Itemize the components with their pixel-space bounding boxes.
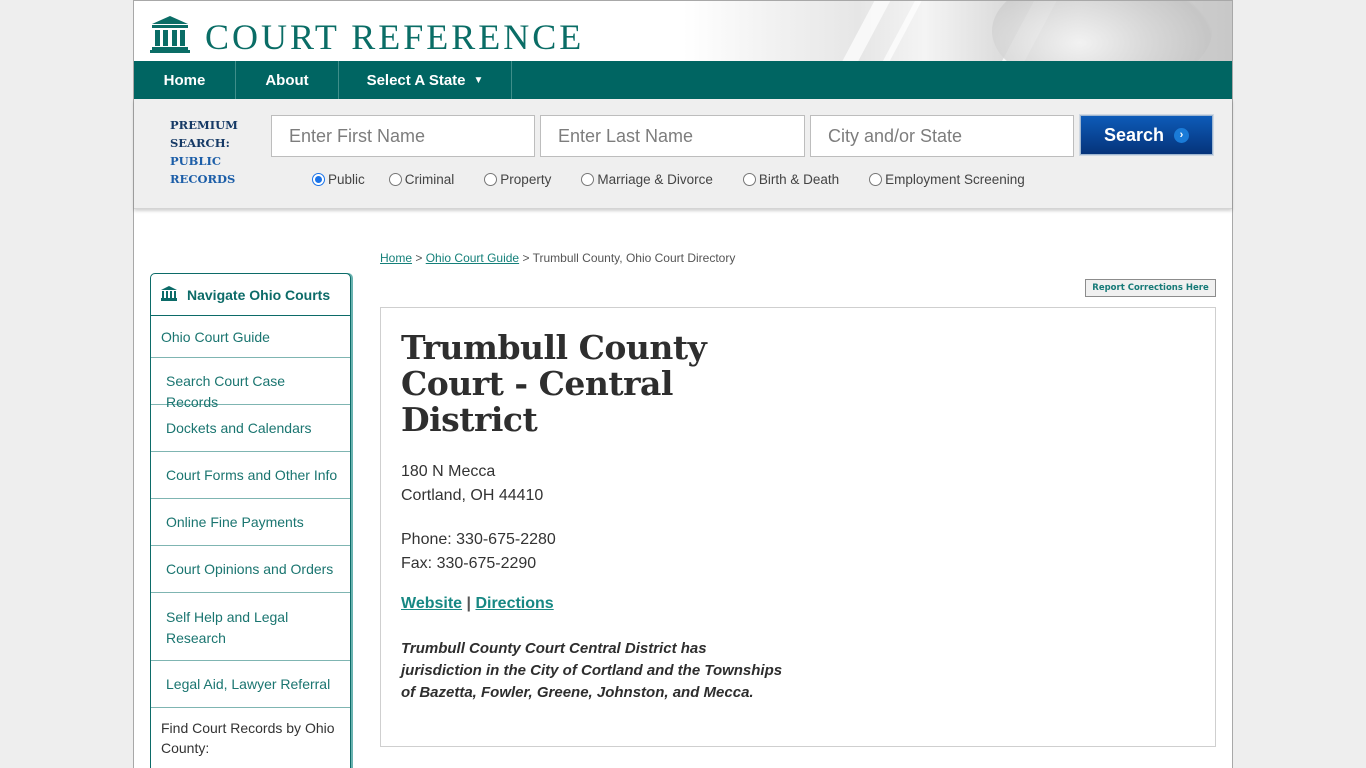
- sidebar-item-search-court-case-records[interactable]: Search Court Case Records: [151, 358, 350, 410]
- sidebar-item-ohio-court-guide[interactable]: Ohio Court Guide: [151, 316, 350, 358]
- radio-button[interactable]: [869, 173, 883, 186]
- radio-employment-screening[interactable]: Employment Screening: [869, 172, 1025, 187]
- address-street: 180 N Mecca: [401, 463, 496, 480]
- nav-select-state-label: Select A State: [366, 71, 466, 89]
- sidebar-item-legal-aid[interactable]: Legal Aid, Lawyer Referral: [151, 661, 350, 708]
- court-details-card: Trumbull County Court - Central District…: [380, 307, 1216, 747]
- premium-label-line: RECORDS: [170, 172, 236, 186]
- caret-down-icon: ▼: [473, 74, 484, 86]
- nav-about[interactable]: About: [236, 61, 339, 99]
- last-name-input[interactable]: [540, 115, 805, 157]
- radio-label: Property: [500, 172, 552, 187]
- courthouse-icon: [150, 16, 190, 58]
- radio-public[interactable]: Public: [312, 172, 365, 187]
- premium-label-line: PUBLIC: [170, 154, 222, 168]
- breadcrumb-home[interactable]: Home: [380, 251, 412, 265]
- sidebar-header: Navigate Ohio Courts: [151, 274, 350, 316]
- site-header: COURT REFERENCE: [134, 1, 1232, 61]
- radio-label: Employment Screening: [885, 172, 1025, 187]
- record-type-radios: Public Criminal Property Marriage & Divo…: [312, 172, 1025, 187]
- link-separator: |: [466, 595, 471, 612]
- sidebar-county-heading: Find Court Records by Ohio County:: [161, 720, 335, 756]
- radio-button[interactable]: [484, 173, 498, 186]
- premium-label-line: SEARCH:: [170, 136, 230, 150]
- radio-label: Public: [328, 172, 365, 187]
- radio-marriage-divorce[interactable]: Marriage & Divorce: [581, 172, 713, 187]
- premium-search-bar: PREMIUM SEARCH: PUBLIC RECORDS Search › …: [134, 99, 1232, 209]
- radio-label: Marriage & Divorce: [597, 172, 713, 187]
- report-corrections-button[interactable]: Report Corrections Here: [1085, 279, 1216, 297]
- nav-home-label: Home: [163, 71, 206, 89]
- court-phone: Phone: 330-675-2280: [401, 531, 556, 548]
- courthouse-icon: [161, 285, 187, 304]
- radio-button[interactable]: [388, 173, 402, 186]
- radio-criminal[interactable]: Criminal: [388, 172, 455, 187]
- site-logo[interactable]: COURT REFERENCE: [150, 16, 584, 58]
- address-city: Cortland, OH 44410: [401, 487, 544, 504]
- court-links: Website | Directions: [401, 595, 554, 613]
- nav-about-label: About: [265, 71, 309, 89]
- radio-label: Birth & Death: [758, 172, 840, 187]
- radio-button[interactable]: [742, 173, 756, 186]
- directions-link[interactable]: Directions: [475, 595, 553, 612]
- sidebar-item-self-help[interactable]: Self Help and Legal Research: [151, 593, 350, 661]
- site-name: COURT REFERENCE: [205, 17, 585, 57]
- sidebar-item-court-forms[interactable]: Court Forms and Other Info: [151, 452, 350, 499]
- premium-label-line: PREMIUM: [170, 118, 238, 132]
- breadcrumb-ohio-court-guide[interactable]: Ohio Court Guide: [426, 251, 519, 265]
- radio-label: Criminal: [404, 172, 455, 187]
- city-state-input[interactable]: [810, 115, 1074, 157]
- chevron-right-icon: ›: [1174, 127, 1190, 143]
- sidebar-item-online-fine-payments[interactable]: Online Fine Payments: [151, 499, 350, 546]
- radio-birth-death[interactable]: Birth & Death: [742, 172, 840, 187]
- page-container: COURT REFERENCE Home About Select A Stat…: [133, 0, 1233, 768]
- nav-select-state[interactable]: Select A State ▼: [339, 61, 512, 99]
- breadcrumb-current: Trumbull County, Ohio Court Directory: [532, 251, 736, 265]
- radio-button[interactable]: [312, 173, 325, 186]
- breadcrumb-separator: >: [522, 251, 530, 265]
- search-button[interactable]: Search ›: [1079, 114, 1214, 156]
- sidebar-item-court-opinions[interactable]: Court Opinions and Orders: [151, 546, 350, 593]
- premium-search-label: PREMIUM SEARCH: PUBLIC RECORDS: [170, 116, 238, 188]
- radio-property[interactable]: Property: [484, 172, 551, 187]
- column-image: [992, 1, 1212, 61]
- sidebar-title: Navigate Ohio Courts: [187, 286, 331, 303]
- court-description: Trumbull County Court Central District h…: [401, 640, 783, 701]
- court-fax: Fax: 330-675-2290: [401, 555, 537, 572]
- sidebar-nav: Navigate Ohio Courts Ohio Court Guide Se…: [150, 273, 351, 768]
- website-link[interactable]: Website: [401, 595, 462, 612]
- nav-home[interactable]: Home: [134, 61, 236, 99]
- radio-button[interactable]: [581, 173, 595, 186]
- court-title: Trumbull County Court - Central District: [401, 328, 707, 439]
- court-address: 180 N Mecca Cortland, OH 44410: [401, 460, 543, 508]
- header-decoration: [826, 1, 896, 61]
- search-button-label: Search: [1103, 124, 1165, 145]
- first-name-input[interactable]: [271, 115, 535, 157]
- breadcrumb-separator: >: [415, 251, 423, 265]
- main-nav: Home About Select A State ▼: [134, 61, 1232, 99]
- breadcrumb: Home > Ohio Court Guide > Trumbull Count…: [380, 251, 735, 265]
- court-contact: Phone: 330-675-2280 Fax: 330-675-2290: [401, 528, 556, 576]
